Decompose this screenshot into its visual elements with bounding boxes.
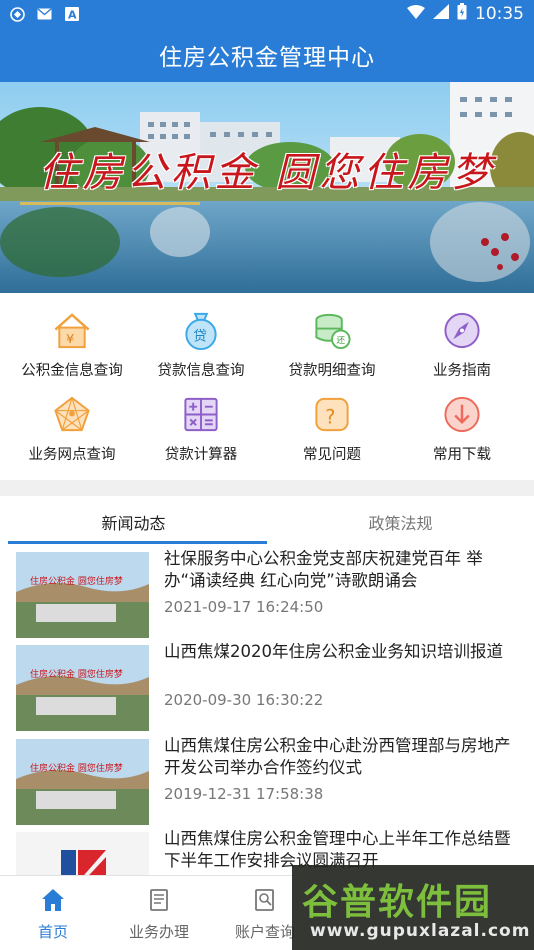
grid-label: 常见问题 [303,447,361,463]
news-date: 2020-09-30 16:30:22 [164,691,324,709]
news-title: 山西焦煤住房公积金中心赴汾西管理部与房地产开发公司举办合作签约仪式 [164,736,511,777]
nav-business[interactable]: 业务办理 [106,876,212,950]
news-list: 住房公积金 圆您住房梦 社保服务中心公积金党支部庆祝建党百年 举办“诵读经典 红… [0,548,534,875]
coins-icon: 还 [315,313,351,350]
font-icon: A [64,7,79,22]
svg-text:住房公积金 圆您住房梦: 住房公积金 圆您住房梦 [30,762,123,774]
svg-text:住房公积金 圆您住房梦: 住房公积金 圆您住房梦 [30,668,123,680]
tab-label: 政策法规 [368,514,433,533]
news-item[interactable]: 住房公积金 圆您住房梦 山西焦煤住房公积金中心赴汾西管理部与房地产开发公司举办合… [0,735,534,829]
news-thumbnail: 住房公积金 圆您住房梦 [16,739,149,825]
network-icon [54,396,90,432]
app-notify-icon [10,6,25,22]
svg-text:还: 还 [336,334,345,346]
nav-label: 账户查询 [234,923,295,941]
status-notification-icons: A [10,6,79,22]
watermark-url: www.gupuxlazal.com [310,921,531,941]
grid-label: 贷款明细查询 [288,363,376,379]
grid-label: 公积金信息查询 [21,363,123,379]
grid-label: 贷款计算器 [164,447,238,463]
status-system-icons: 10:35 [407,3,524,25]
status-time: 10:35 [475,4,524,24]
account-search-icon [255,889,274,911]
nav-label: 首页 [37,923,68,941]
grid-label: 业务网点查询 [28,447,116,463]
grid-label: 业务指南 [433,363,491,379]
download-icon [444,396,480,433]
compass-icon [444,312,480,349]
news-title: 社保服务中心公积金党支部庆祝建党百年 举办“诵读经典 红心向党”诗歌朗诵会 [164,549,483,590]
watermark-title: 谷普软件园 [302,882,493,923]
grid-item-outlets[interactable]: 业务网点查询 [5,384,139,464]
grid-item-loan-detail[interactable]: 还 贷款明细查询 [265,300,399,380]
news-title: 山西焦煤2020年住房公积金业务知识培训报道 [164,642,503,661]
news-date: 2021-09-17 16:24:50 [164,598,324,616]
grid-item-faq[interactable]: ? 常见问题 [265,384,399,464]
status-bar: A 10:35 [0,0,534,28]
svg-text:住房公积金 圆您住房梦: 住房公积金 圆您住房梦 [30,575,123,587]
tab-policies[interactable]: 政策法规 [267,496,534,548]
news-thumbnail: 住房公积金 圆您住房梦 [16,645,149,731]
battery-icon [457,3,467,25]
app-title: 住房公积金管理中心 [159,45,375,71]
nav-home[interactable]: 首页 [0,876,106,950]
grid-item-fund-info[interactable]: ¥ 公积金信息查询 [5,300,139,380]
house-yuan-icon: ¥ [54,313,90,349]
news-thumbnail: 住房公积金 圆您住房梦 [16,552,149,638]
grid-item-downloads[interactable]: 常用下载 [395,384,529,464]
signal-icon [433,4,449,24]
news-item[interactable]: 住房公积金 圆您住房梦 山西焦煤2020年住房公积金业务知识培训报道 2020-… [0,641,534,735]
grid-label: 贷款信息查询 [157,363,245,379]
app-bar: 住房公积金管理中心 [0,28,534,82]
site-watermark: 谷普软件园 www.gupuxlazal.com [292,865,534,950]
news-tabs: 新闻动态 政策法规 [0,496,534,548]
tab-label: 新闻动态 [101,514,166,533]
wifi-icon [407,4,425,24]
tab-indicator [8,541,267,544]
news-date: 2019-12-31 17:58:38 [164,785,324,803]
section-divider [0,480,534,496]
news-item[interactable]: 住房公积金 圆您住房梦 社保服务中心公积金党支部庆祝建党百年 举办“诵读经典 红… [0,548,534,642]
money-bag-icon: 贷 [185,312,217,351]
grid-item-calculator[interactable]: 贷款计算器 [134,384,268,464]
mail-icon [37,7,52,22]
banner-slogan: 住房公积金 圆您住房梦 [38,150,496,196]
svg-text:贷: 贷 [193,328,207,344]
svg-text:¥: ¥ [66,331,74,346]
svg-text:A: A [68,9,77,22]
nav-label: 业务办理 [128,923,189,941]
news-thumbnail [16,832,149,875]
svg-text:?: ? [325,405,335,428]
function-grid: ¥ 公积金信息查询 贷 贷款信息查询 还 贷款明细查询 业务指南 业务网点查询 … [0,300,534,472]
calculator-icon [184,397,218,432]
home-icon [42,889,64,911]
grid-item-guide[interactable]: 业务指南 [395,300,529,380]
banner-carousel[interactable]: 住房公积金 圆您住房梦 [0,82,534,293]
document-icon [150,889,168,911]
grid-item-loan-info[interactable]: 贷 贷款信息查询 [134,300,268,380]
grid-label: 常用下载 [433,447,491,463]
question-icon: ? [315,397,349,432]
